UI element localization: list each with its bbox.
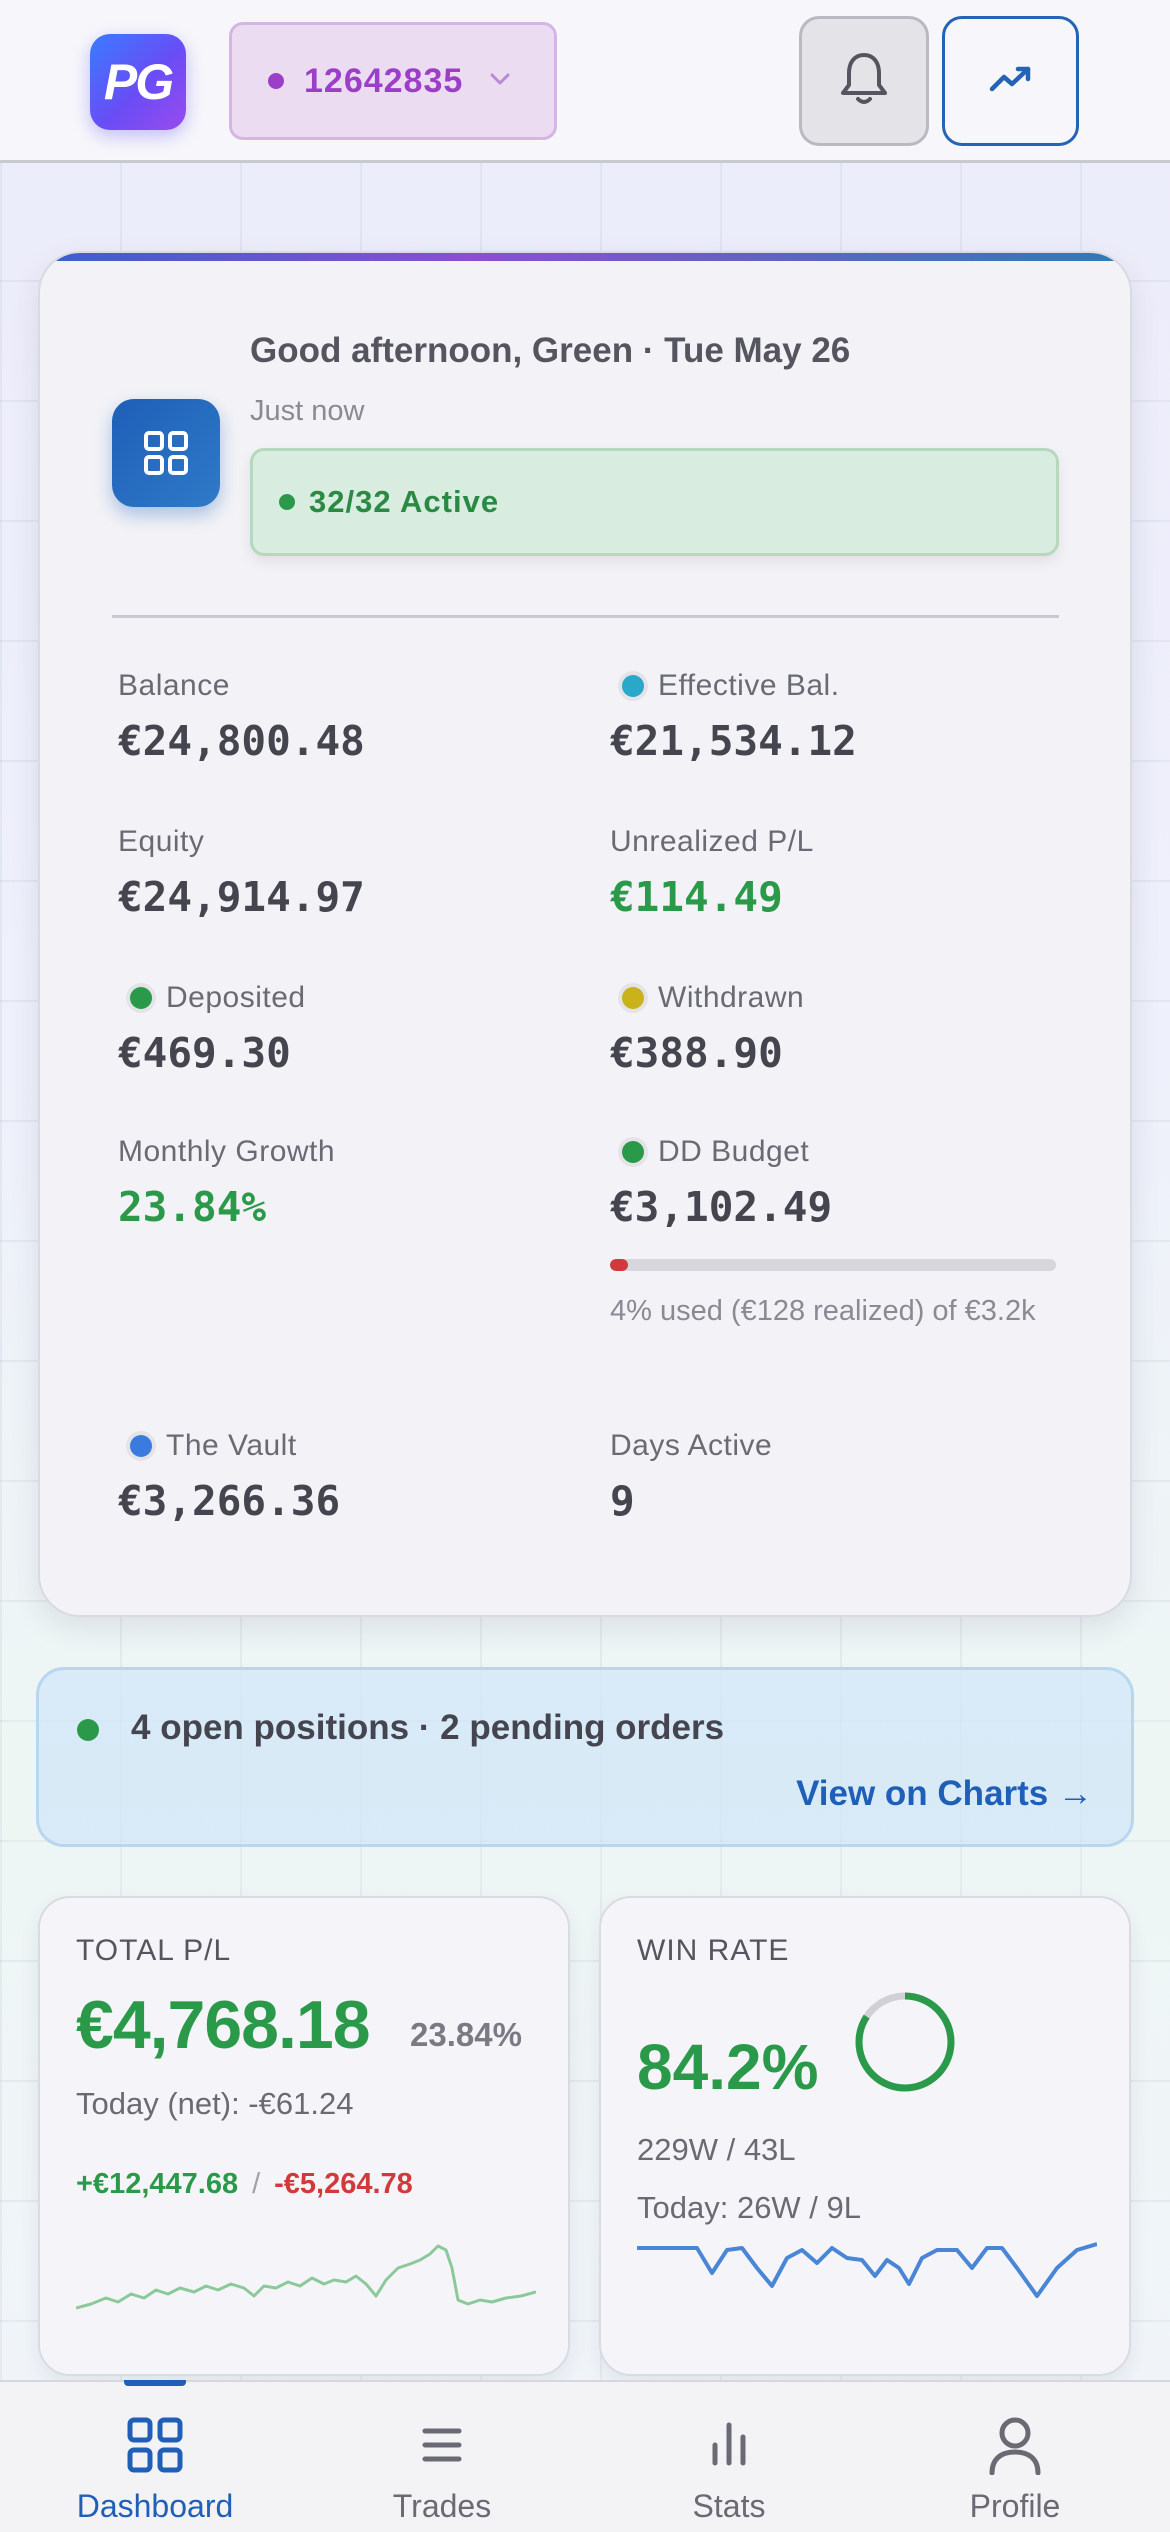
dd-budget-progress-fill — [610, 1259, 628, 1271]
account-selector[interactable]: 12642835 — [229, 22, 557, 140]
stat-monthly-growth: Monthly Growth 23.84% — [118, 1135, 335, 1231]
stat-label: Unrealized P/L — [610, 825, 814, 858]
total-pl-card[interactable]: TOTAL P/L €4,768.18 23.84% Today (net): … — [38, 1896, 570, 2376]
greeting-text: Good afternoon, Green · Tue May 26 — [250, 331, 851, 370]
bottom-navigation: Dashboard Trades Stats Profile — [0, 2380, 1170, 2532]
stat-value: €3,266.36 — [118, 1477, 341, 1525]
account-summary-card: Good afternoon, Green · Tue May 26 Just … — [38, 251, 1132, 1617]
active-tab-indicator — [124, 2380, 186, 2386]
positions-summary: 4 open positions · 2 pending orders — [131, 1708, 725, 1747]
nav-label: Dashboard — [76, 2488, 234, 2524]
stat-days-active: Days Active 9 — [610, 1429, 772, 1525]
dd-budget-progress — [610, 1259, 1056, 1271]
stat-value: €24,800.48 — [118, 717, 365, 765]
withdrawn-dot — [622, 987, 644, 1009]
stat-label: The Vault — [166, 1429, 297, 1462]
trending-up-icon — [989, 64, 1033, 99]
nav-label: Stats — [692, 2488, 766, 2524]
nav-label: Profile — [969, 2488, 1061, 2524]
pl-sparkline-path — [76, 2244, 536, 2310]
app-logo[interactable]: PG — [90, 34, 186, 130]
gains-losses: +€12,447.68 / -€5,264.78 — [76, 2168, 413, 2201]
active-status-text: 32/32 Active — [309, 484, 500, 519]
total-gains: +€12,447.68 — [76, 2168, 239, 2200]
stat-value: €24,914.97 — [118, 873, 365, 921]
stat-label: Days Active — [610, 1429, 773, 1462]
win-rate-ring — [855, 1992, 955, 2092]
card-title: WIN RATE — [637, 1934, 790, 1967]
divider — [112, 615, 1059, 618]
list-icon — [419, 2412, 465, 2478]
stat-vault: The Vault €3,266.36 — [118, 1429, 340, 1525]
card-accent-bar — [40, 253, 1130, 261]
account-id: 12642835 — [304, 61, 464, 100]
card-title: TOTAL P/L — [76, 1934, 232, 1967]
bar-chart-icon — [706, 2412, 752, 2478]
stat-effective-balance: Effective Bal. €21,534.12 — [610, 669, 857, 765]
win-rate-sparkline-path — [637, 2242, 1097, 2298]
stat-value: 23.84% — [118, 1183, 267, 1231]
stat-label: Monthly Growth — [118, 1135, 336, 1168]
win-rate-value: 84.2% — [637, 2031, 819, 2103]
bell-icon — [836, 49, 892, 114]
grid-icon — [126, 2412, 184, 2478]
nav-profile[interactable]: Profile — [915, 2382, 1115, 2532]
active-status-badge: 32/32 Active — [250, 448, 1059, 556]
open-positions-banner[interactable]: 4 open positions · 2 pending orders View… — [36, 1667, 1134, 1847]
deposited-dot — [130, 987, 152, 1009]
stat-label: Equity — [118, 825, 205, 858]
win-rate-card[interactable]: WIN RATE 84.2% 229W / 43L Today: 26W / 9… — [599, 1896, 1131, 2376]
stat-label: Effective Bal. — [658, 669, 840, 702]
gains-losses-separator: / — [252, 2168, 261, 2200]
dashboard-grid-icon — [112, 399, 220, 507]
account-status-dot — [268, 73, 284, 89]
stat-value: €21,534.12 — [610, 717, 857, 765]
top-bar: PG 12642835 — [0, 0, 1170, 163]
stat-label: Deposited — [166, 981, 306, 1014]
stat-value: €388.90 — [610, 1029, 783, 1077]
win-rate-sparkline — [637, 2242, 1097, 2298]
stat-value: €469.30 — [118, 1029, 291, 1077]
nav-label: Trades — [392, 2488, 492, 2524]
total-pl-value: €4,768.18 — [76, 1987, 371, 2063]
nav-dashboard[interactable]: Dashboard — [55, 2382, 255, 2532]
stat-unrealized-pl: Unrealized P/L €114.49 — [610, 825, 814, 921]
stat-equity: Equity €24,914.97 — [118, 825, 365, 921]
notifications-button[interactable] — [799, 16, 929, 146]
stat-value: 9 — [610, 1477, 635, 1525]
win-loss-record: 229W / 43L — [637, 2132, 796, 2167]
nav-stats[interactable]: Stats — [629, 2382, 829, 2532]
nav-trades[interactable]: Trades — [342, 2382, 542, 2532]
dd-budget-note: 4% used (€128 realized) of €3.2k — [610, 1295, 1036, 1327]
chevron-down-icon — [489, 72, 511, 91]
stat-balance: Balance €24,800.48 — [118, 669, 365, 765]
stat-label: Balance — [118, 669, 230, 702]
pl-sparkline — [76, 2244, 536, 2310]
stat-withdrawn: Withdrawn €388.90 — [610, 981, 804, 1077]
active-status-dot — [279, 494, 295, 510]
total-pl-percent: 23.84% — [410, 2016, 522, 2053]
stat-value: €114.49 — [610, 873, 783, 921]
stat-label: DD Budget — [658, 1135, 810, 1168]
today-net-pl: Today (net): -€61.24 — [76, 2086, 354, 2121]
vault-dot — [130, 1435, 152, 1457]
user-icon — [987, 2412, 1043, 2478]
effective-balance-dot — [622, 675, 644, 697]
stat-dd-budget: DD Budget €3,102.49 — [610, 1135, 832, 1231]
last-updated: Just now — [250, 395, 365, 427]
today-win-loss: Today: 26W / 9L — [637, 2190, 862, 2225]
positions-status-dot — [77, 1719, 99, 1741]
stat-label: Withdrawn — [658, 981, 805, 1014]
view-on-charts-link[interactable]: View on Charts → — [796, 1774, 1093, 1814]
trending-button[interactable] — [942, 16, 1079, 146]
stat-deposited: Deposited €469.30 — [118, 981, 306, 1077]
stat-value: €3,102.49 — [610, 1183, 833, 1231]
dd-budget-dot — [622, 1141, 644, 1163]
total-losses: -€5,264.78 — [274, 2168, 413, 2200]
